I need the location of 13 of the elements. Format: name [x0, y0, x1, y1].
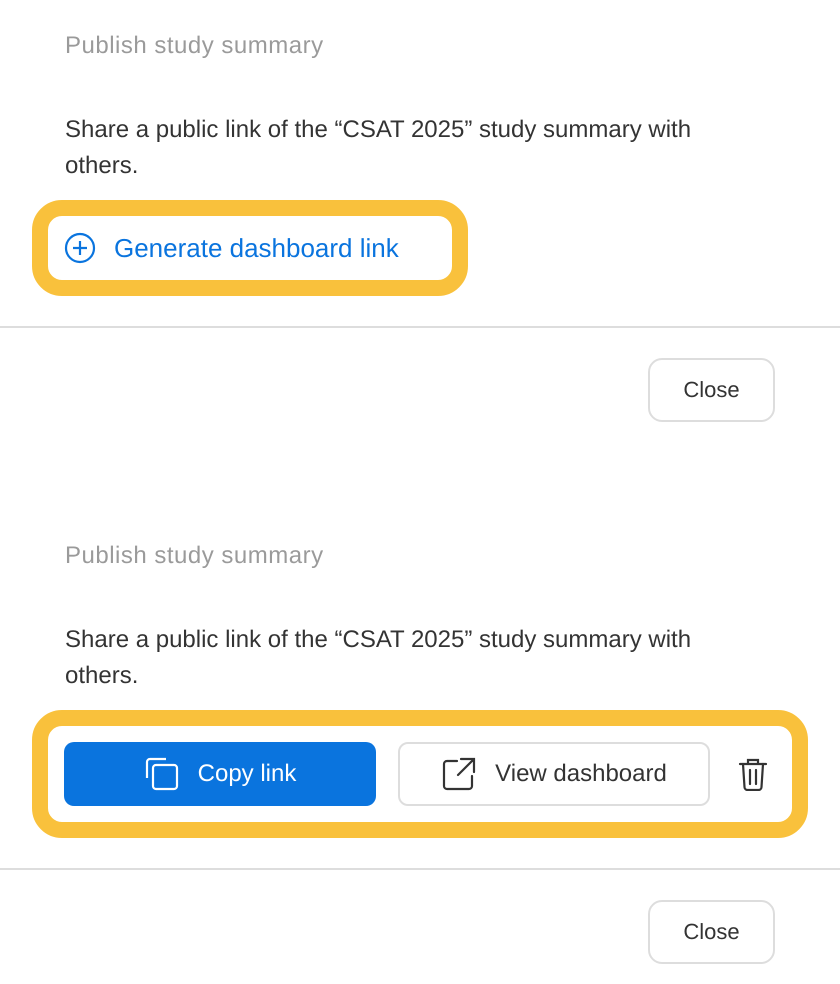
trash-icon[interactable] [738, 757, 768, 791]
panel-title: Publish study summary [65, 32, 325, 60]
close-button[interactable]: Close [648, 900, 775, 964]
plus-circle-icon [64, 232, 96, 264]
generate-link-button[interactable]: Generate dashboard link [48, 216, 452, 280]
description: Share a public link of the “CSAT 2025” study summary with others. [65, 625, 692, 691]
copy-icon [144, 756, 180, 792]
description: Share a public link of the “CSAT 2025” study summary with others. [65, 115, 692, 181]
external-link-icon [441, 756, 478, 792]
view-dashboard-button[interactable]: View dashboard [398, 742, 710, 806]
close-button[interactable]: Close [648, 358, 775, 422]
panel-title: Publish study summary [65, 542, 325, 570]
copy-link-button[interactable]: Copy link [64, 742, 376, 806]
